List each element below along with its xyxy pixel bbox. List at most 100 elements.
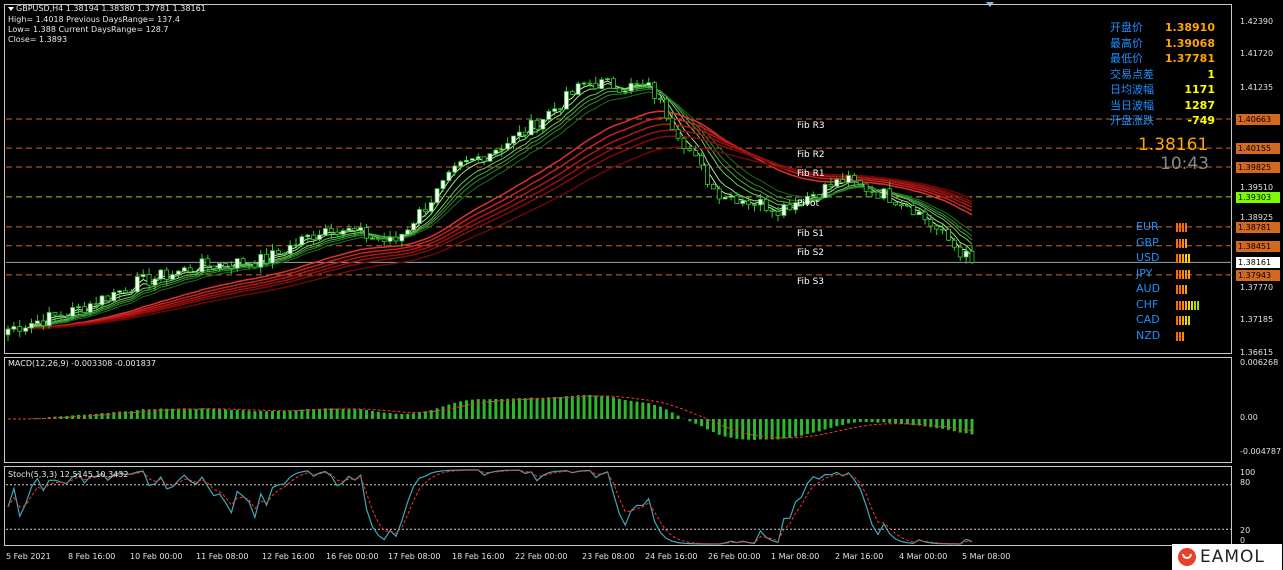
macd-bar — [753, 419, 757, 440]
macd-bar — [782, 419, 786, 439]
symbol-ohlc-line: GBPUSD,H4 1.38194 1.38380 1.37781 1.3816… — [16, 4, 206, 13]
candle-body — [176, 270, 181, 275]
strength-bar — [1185, 316, 1187, 325]
candle-body — [569, 91, 575, 95]
strength-bars — [1176, 254, 1190, 263]
candle-body — [640, 83, 646, 86]
macd-bar — [500, 398, 504, 419]
macd-bar — [523, 398, 527, 419]
macd-bar — [700, 419, 704, 427]
candle-body — [558, 108, 563, 111]
strength-bar — [1182, 300, 1184, 310]
candle-body — [299, 236, 305, 246]
candle-body — [187, 267, 193, 273]
macd-bar — [952, 419, 956, 432]
strength-bar — [1176, 269, 1178, 279]
candle-body — [393, 236, 399, 242]
strength-bar — [1176, 316, 1178, 325]
candle-body — [270, 250, 275, 264]
macd-axis-bottom: -0.004787 — [1240, 447, 1282, 456]
macd-bar — [135, 410, 139, 419]
macd-bar — [276, 410, 280, 419]
price-tag: 1.40155 — [1236, 143, 1280, 155]
macd-bar — [547, 397, 551, 419]
strength-bar — [1176, 238, 1178, 248]
candle-body — [916, 211, 922, 216]
fib-label: Fib S3 — [797, 276, 825, 287]
macd-bar — [171, 408, 175, 419]
candle-body — [417, 209, 422, 224]
macd-bar — [494, 398, 498, 419]
candle-body — [246, 263, 252, 266]
candle-body — [634, 83, 640, 85]
price-tag: 1.39825 — [1236, 162, 1280, 173]
macd-bar — [717, 419, 721, 435]
candle-body — [587, 82, 593, 85]
candle-body — [11, 326, 17, 330]
candle-body — [199, 258, 205, 273]
macd-bar — [253, 411, 257, 419]
candle-body — [710, 184, 716, 190]
macd-bar — [365, 410, 369, 419]
eamol-logo-icon — [1178, 548, 1196, 566]
macd-bar — [941, 419, 945, 429]
info-row: 当日波幅 1287 — [1110, 98, 1215, 114]
ma-green-line — [7, 86, 973, 330]
candle-body — [123, 290, 128, 294]
fib-label: Fib R3 — [797, 120, 825, 131]
strength-bar — [1194, 300, 1196, 310]
candle-body — [328, 228, 334, 233]
macd-bar — [841, 419, 845, 425]
strength-bar — [1182, 269, 1184, 279]
strength-bars — [1176, 316, 1190, 325]
candle-body — [904, 204, 910, 207]
currency-name: CHF — [1136, 297, 1159, 311]
macd-bar — [747, 419, 751, 440]
candle-body — [734, 195, 740, 204]
candle-body — [528, 119, 534, 136]
strength-bar — [1182, 238, 1184, 248]
strength-bar — [1179, 223, 1181, 232]
candle-body — [158, 269, 164, 280]
date-axis-label: 4 Mar 00:00 — [899, 552, 948, 561]
macd-bar — [453, 402, 457, 419]
macd-bar — [441, 406, 445, 419]
date-axis-label: 1 Mar 08:00 — [771, 552, 820, 561]
info-row: 交易点差 1 — [1110, 67, 1215, 83]
price-axis-label: 1.37185 — [1240, 315, 1274, 324]
price-axis-label: 1.37770 — [1240, 283, 1274, 292]
candle-body — [252, 263, 258, 268]
candle-body — [705, 164, 710, 185]
macd-bar — [788, 419, 792, 438]
strength-bar — [1176, 285, 1178, 294]
strength-bar — [1182, 331, 1184, 341]
macd-axis-top: 0.006268 — [1240, 358, 1279, 367]
strength-bar — [1185, 254, 1187, 263]
macd-bar — [370, 410, 374, 419]
macd-bar — [312, 409, 316, 419]
macd-bar — [82, 414, 86, 419]
price-info-panel: 开盘价 1.38910 最高价 1.39068 最低价 1.37781 交易点差 1 日均波幅 1… — [1110, 20, 1215, 129]
strength-bars — [1176, 285, 1187, 294]
candle-body — [152, 278, 158, 286]
macd-title: MACD(12,26,9) -0.003308 -0.001837 — [8, 359, 156, 368]
candle-body — [875, 191, 881, 199]
macd-bar — [929, 419, 933, 428]
strength-bar — [1176, 300, 1178, 310]
candle-body — [699, 155, 705, 166]
symbol-dropdown-icon[interactable] — [8, 7, 14, 11]
candle-body — [675, 129, 681, 139]
candle-body — [934, 225, 940, 230]
candle-body — [234, 258, 240, 269]
macd-bar — [811, 419, 815, 433]
info-label: 最高价 — [1110, 36, 1143, 50]
macd-bar — [694, 419, 698, 424]
fib-label: Fib R1 — [797, 169, 825, 179]
bar-countdown-timer: 10:43 — [1160, 154, 1209, 174]
info-value: 1 — [1207, 67, 1215, 81]
fib-label: Fib S1 — [797, 228, 825, 239]
price-tag: 1.39303 — [1236, 191, 1280, 203]
macd-bar — [553, 397, 557, 419]
candle-body — [364, 227, 369, 239]
candle-body — [687, 148, 693, 151]
